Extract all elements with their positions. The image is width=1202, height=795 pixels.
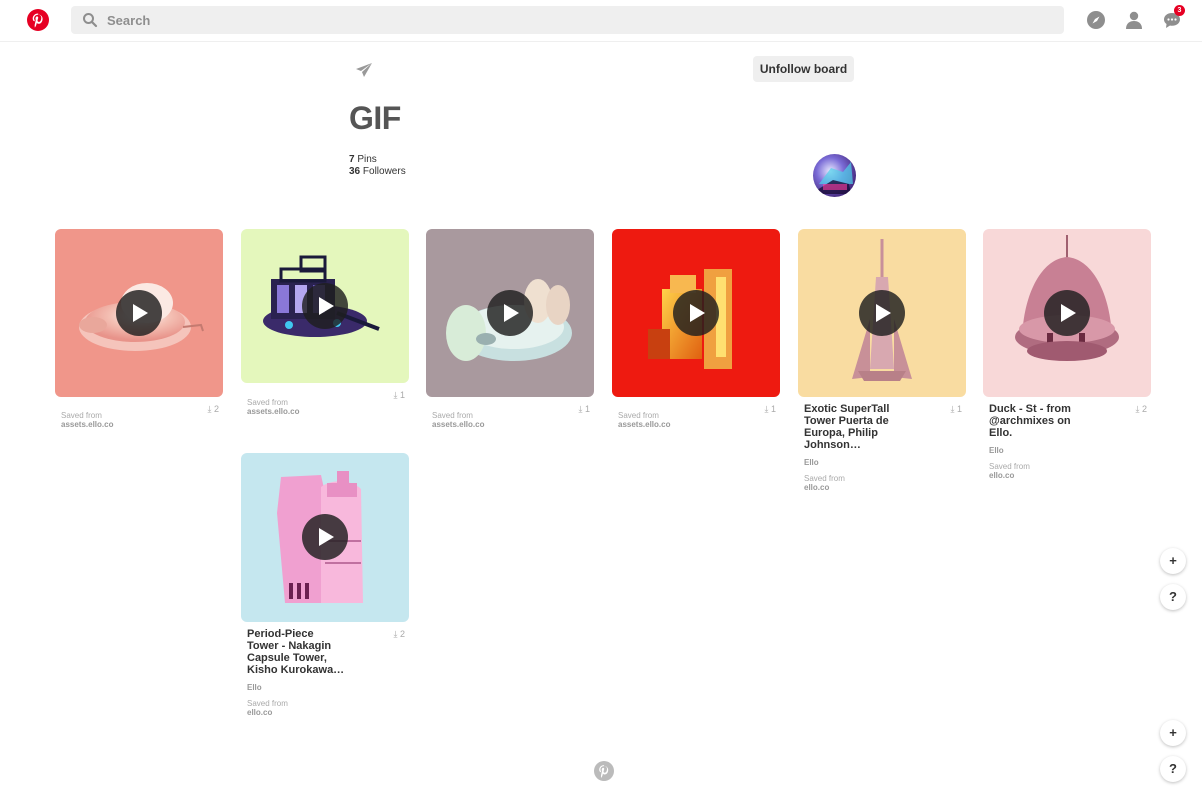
pin-image[interactable] bbox=[798, 229, 966, 397]
pin-image[interactable] bbox=[983, 229, 1151, 397]
saved-from-label: Saved from bbox=[804, 474, 845, 483]
pin-icon: ⤓ bbox=[207, 404, 212, 414]
saved-from-label: Saved from bbox=[61, 411, 102, 420]
pin-icon: ⤓ bbox=[1135, 404, 1140, 414]
repin-count: ⤓ 1 bbox=[393, 390, 405, 400]
pin-title[interactable]: Period-Piece Tower - Nakagin Capsule Tow… bbox=[247, 628, 347, 676]
pin-icon: ⤓ bbox=[950, 404, 955, 414]
pin-author-link[interactable]: Ello bbox=[247, 683, 403, 692]
compass-icon[interactable] bbox=[1086, 10, 1106, 30]
help-button-bottom[interactable]: ? bbox=[1160, 756, 1186, 782]
repin-count: ⤓ 2 bbox=[207, 404, 219, 414]
repin-count: ⤓ 1 bbox=[764, 404, 776, 414]
pins-count-link[interactable]: 7 Pins bbox=[349, 154, 406, 166]
board-owner-avatar[interactable] bbox=[813, 154, 856, 197]
pin-icon: ⤓ bbox=[393, 390, 398, 400]
source-domain-link[interactable]: assets.ello.co bbox=[432, 420, 588, 429]
source-domain-link[interactable]: ello.co bbox=[804, 483, 960, 492]
pin-card[interactable]: ⤓ 1 Saved from assets.ello.co bbox=[612, 229, 780, 429]
pin-card[interactable]: ⤓ 1 Exotic SuperTall Tower Puerta de Eur… bbox=[798, 229, 966, 492]
search-bar[interactable] bbox=[71, 6, 1064, 34]
play-button-icon[interactable] bbox=[673, 290, 719, 336]
add-pin-button[interactable]: + bbox=[1160, 548, 1186, 574]
pin-image[interactable] bbox=[426, 229, 594, 397]
pin-card[interactable]: ⤓ 2 Saved from assets.ello.co bbox=[55, 229, 223, 429]
profile-icon[interactable] bbox=[1124, 10, 1144, 30]
saved-from-label: Saved from bbox=[432, 411, 473, 420]
saved-from-label: Saved from bbox=[618, 411, 659, 420]
saved-from-label: Saved from bbox=[247, 699, 288, 708]
repin-count: ⤓ 1 bbox=[578, 404, 590, 414]
pin-icon: ⤓ bbox=[578, 404, 583, 414]
source-domain-link[interactable]: assets.ello.co bbox=[247, 407, 403, 416]
send-icon[interactable] bbox=[355, 62, 373, 78]
play-button-icon[interactable] bbox=[487, 290, 533, 336]
pin-image[interactable] bbox=[241, 453, 409, 622]
pin-card[interactable]: ⤓ 1 Saved from assets.ello.co bbox=[241, 229, 409, 416]
source-domain-link[interactable]: ello.co bbox=[989, 471, 1145, 480]
add-pin-button-bottom[interactable]: + bbox=[1160, 720, 1186, 746]
unfollow-board-button[interactable]: Unfollow board bbox=[753, 56, 854, 82]
play-button-icon[interactable] bbox=[1044, 290, 1090, 336]
pinterest-logo-icon[interactable] bbox=[27, 9, 49, 31]
search-input[interactable] bbox=[107, 6, 1047, 34]
source-domain-link[interactable]: assets.ello.co bbox=[618, 420, 774, 429]
pin-author-link[interactable]: Ello bbox=[804, 458, 960, 467]
pin-image[interactable] bbox=[55, 229, 223, 397]
pin-icon: ⤓ bbox=[764, 404, 769, 414]
saved-from-label: Saved from bbox=[247, 398, 288, 407]
pin-card[interactable]: ⤓ 2 Period-Piece Tower - Nakagin Capsule… bbox=[241, 453, 409, 717]
saved-from-label: Saved from bbox=[989, 462, 1030, 471]
pin-title[interactable]: Exotic SuperTall Tower Puerta de Europa,… bbox=[804, 403, 904, 451]
search-icon bbox=[83, 13, 98, 28]
source-domain-link[interactable]: assets.ello.co bbox=[61, 420, 217, 429]
play-button-icon[interactable] bbox=[116, 290, 162, 336]
pin-author-link[interactable]: Ello bbox=[989, 446, 1145, 455]
top-nav: 3 bbox=[0, 0, 1202, 42]
pin-image[interactable] bbox=[612, 229, 780, 397]
play-button-icon[interactable] bbox=[302, 514, 348, 560]
pin-card[interactable]: ⤓ 2 Duck - St - from @archmixes on Ello.… bbox=[983, 229, 1151, 480]
source-domain-link[interactable]: ello.co bbox=[247, 708, 403, 717]
play-button-icon[interactable] bbox=[302, 283, 348, 329]
play-button-icon[interactable] bbox=[859, 290, 905, 336]
board-title: GIF bbox=[349, 100, 401, 136]
repin-count: ⤓ 1 bbox=[950, 404, 962, 414]
pin-title[interactable]: Duck - St - from @archmixes on Ello. bbox=[989, 403, 1089, 439]
followers-count-link[interactable]: 36 Followers bbox=[349, 166, 406, 178]
footer-pinterest-icon[interactable] bbox=[594, 761, 614, 781]
board-stats: 7 Pins 36 Followers bbox=[349, 154, 406, 178]
pin-image[interactable] bbox=[241, 229, 409, 383]
help-button[interactable]: ? bbox=[1160, 584, 1186, 610]
repin-count: ⤓ 2 bbox=[1135, 404, 1147, 414]
notification-badge: 3 bbox=[1174, 5, 1185, 16]
pin-icon: ⤓ bbox=[393, 629, 398, 639]
repin-count: ⤓ 2 bbox=[393, 629, 405, 639]
pin-card[interactable]: ⤓ 1 Saved from assets.ello.co bbox=[426, 229, 594, 429]
